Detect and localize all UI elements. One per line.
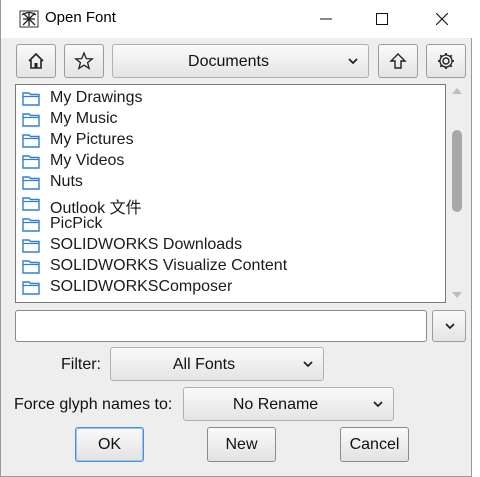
- list-item[interactable]: My Pictures: [16, 130, 445, 151]
- folder-icon: [22, 260, 40, 274]
- bookmarks-button[interactable]: [64, 44, 104, 78]
- chevron-down-icon: [445, 323, 455, 330]
- list-item[interactable]: Nuts: [16, 172, 445, 193]
- list-item-label: Nuts: [50, 173, 83, 190]
- list-item[interactable]: Outlook 文件: [16, 193, 445, 217]
- fontforge-app-icon: [19, 9, 39, 29]
- star-icon: [74, 51, 94, 70]
- directory-label: Documents: [188, 53, 269, 70]
- filename-input[interactable]: [15, 310, 427, 342]
- list-item-label: SOLIDWORKSComposer: [50, 278, 233, 295]
- home-icon: [28, 52, 44, 69]
- chevron-down-icon: [348, 58, 358, 65]
- folder-icon: [22, 281, 40, 295]
- title-bar[interactable]: Open Font: [1, 0, 473, 38]
- file-list[interactable]: My Drawings My Music My Pictures My Videos N…: [15, 84, 446, 303]
- list-item[interactable]: My Videos: [16, 151, 445, 172]
- filename-history-dropdown[interactable]: [432, 310, 466, 342]
- glyph-names-select[interactable]: No Rename: [183, 387, 394, 421]
- close-button[interactable]: [419, 0, 465, 38]
- scroll-up-icon[interactable]: [451, 87, 463, 95]
- filter-label: Filter:: [61, 356, 101, 373]
- chevron-down-icon: [373, 401, 383, 408]
- list-item[interactable]: SOLIDWORKS Visualize Content: [16, 256, 445, 277]
- gear-icon: [438, 53, 454, 69]
- ok-mnemonic: O: [97, 435, 111, 453]
- list-item-label: PicPick: [50, 215, 103, 232]
- folder-icon: [22, 197, 40, 211]
- folder-icon: [22, 92, 40, 106]
- close-icon: [436, 13, 448, 25]
- list-item[interactable]: My Music: [16, 109, 445, 130]
- window-title: Open Font: [45, 9, 116, 26]
- list-item-label: SOLIDWORKS Visualize Content: [50, 257, 288, 274]
- glyph-names-label: Force glyph names to:: [14, 396, 173, 413]
- chevron-down-icon: [303, 361, 313, 368]
- folder-icon: [22, 113, 40, 127]
- glyph-names-value: No Rename: [232, 396, 319, 413]
- new-mnemonic: N: [225, 435, 238, 453]
- scroll-thumb[interactable]: [452, 130, 462, 212]
- filter-select[interactable]: All Fonts: [110, 347, 324, 381]
- list-item[interactable]: SOLIDWORKSComposer: [16, 277, 445, 298]
- cancel-mnemonic: C: [349, 435, 362, 453]
- file-list-scrollbar[interactable]: [448, 84, 466, 303]
- new-button[interactable]: New: [207, 427, 276, 462]
- home-button[interactable]: [16, 44, 56, 78]
- list-item[interactable]: PicPick: [16, 214, 445, 235]
- arrow-up-icon: [389, 53, 407, 69]
- minimize-button[interactable]: [303, 0, 349, 38]
- list-item[interactable]: SOLIDWORKS Downloads: [16, 235, 445, 256]
- filter-value: All Fonts: [172, 356, 236, 373]
- minimize-icon: [320, 18, 332, 20]
- folder-icon: [22, 218, 40, 232]
- maximize-button[interactable]: [359, 0, 405, 38]
- ok-button[interactable]: OK: [75, 427, 144, 462]
- folder-icon: [22, 155, 40, 169]
- open-font-dialog: Open Font Documents My Drawings My Music…: [0, 0, 473, 477]
- list-item-label: SOLIDWORKS Downloads: [50, 236, 243, 253]
- list-item-label: My Pictures: [50, 131, 134, 148]
- scroll-down-icon[interactable]: [451, 291, 463, 299]
- list-item[interactable]: My Drawings: [16, 88, 445, 109]
- cancel-label-rest: ancel: [361, 435, 400, 453]
- new-label-rest: ew: [237, 435, 258, 453]
- cancel-button[interactable]: Cancel: [340, 427, 409, 462]
- folder-icon: [22, 176, 40, 190]
- folder-icon: [22, 239, 40, 253]
- list-item-label: My Music: [50, 110, 118, 127]
- folder-icon: [22, 134, 40, 148]
- settings-button[interactable]: [426, 44, 466, 78]
- list-item-label: My Videos: [50, 152, 125, 169]
- maximize-icon: [376, 13, 388, 25]
- list-item-label: My Drawings: [50, 89, 143, 106]
- ok-label-rest: K: [110, 435, 122, 453]
- parent-directory-button[interactable]: [378, 44, 418, 78]
- directory-select[interactable]: Documents: [112, 44, 369, 78]
